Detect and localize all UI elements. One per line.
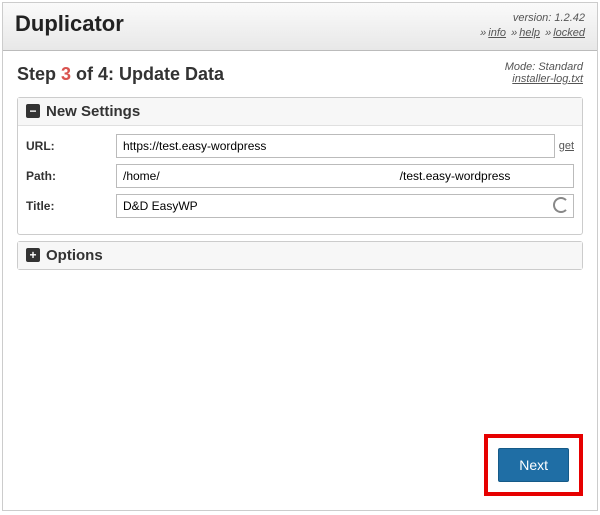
next-highlight: Next [484,434,583,496]
plus-icon: + [26,248,40,262]
panel-options: + Options [17,241,583,270]
step-row: Step 3 of 4: Update Data Mode: Standard … [17,61,583,85]
app-title: Duplicator [15,11,124,37]
step-prefix: Step [17,64,61,84]
title-input[interactable] [116,194,574,218]
step-title: Step 3 of 4: Update Data [17,64,224,85]
next-button[interactable]: Next [498,448,569,482]
version-label: version: 1.2.42 [478,11,585,26]
step-suffix: of 4: Update Data [71,64,224,84]
panel-options-title: Options [46,247,103,264]
minus-icon: − [26,104,40,118]
path-input[interactable] [116,164,574,188]
mode-label: Mode: Standard [505,61,583,73]
panel-new-settings-title: New Settings [46,103,140,120]
step-number: 3 [61,64,71,84]
url-label: URL: [26,139,116,153]
step-meta: Mode: Standard installer-log.txt [505,61,583,85]
app-header: Duplicator version: 1.2.42 »info »help »… [3,3,597,51]
info-link[interactable]: info [488,27,506,39]
panel-options-header[interactable]: + Options [18,242,582,269]
url-input[interactable] [116,134,555,158]
get-link[interactable]: get [559,140,574,152]
header-meta: version: 1.2.42 »info »help »locked [478,11,585,42]
installer-log-link[interactable]: installer-log.txt [512,73,583,85]
refresh-icon[interactable] [553,197,569,213]
locked-link[interactable]: locked [553,27,585,39]
help-link[interactable]: help [519,27,540,39]
title-label: Title: [26,199,116,213]
panel-new-settings: − New Settings URL: get Path: [17,97,583,235]
panel-new-settings-header[interactable]: − New Settings [18,98,582,126]
path-label: Path: [26,169,116,183]
